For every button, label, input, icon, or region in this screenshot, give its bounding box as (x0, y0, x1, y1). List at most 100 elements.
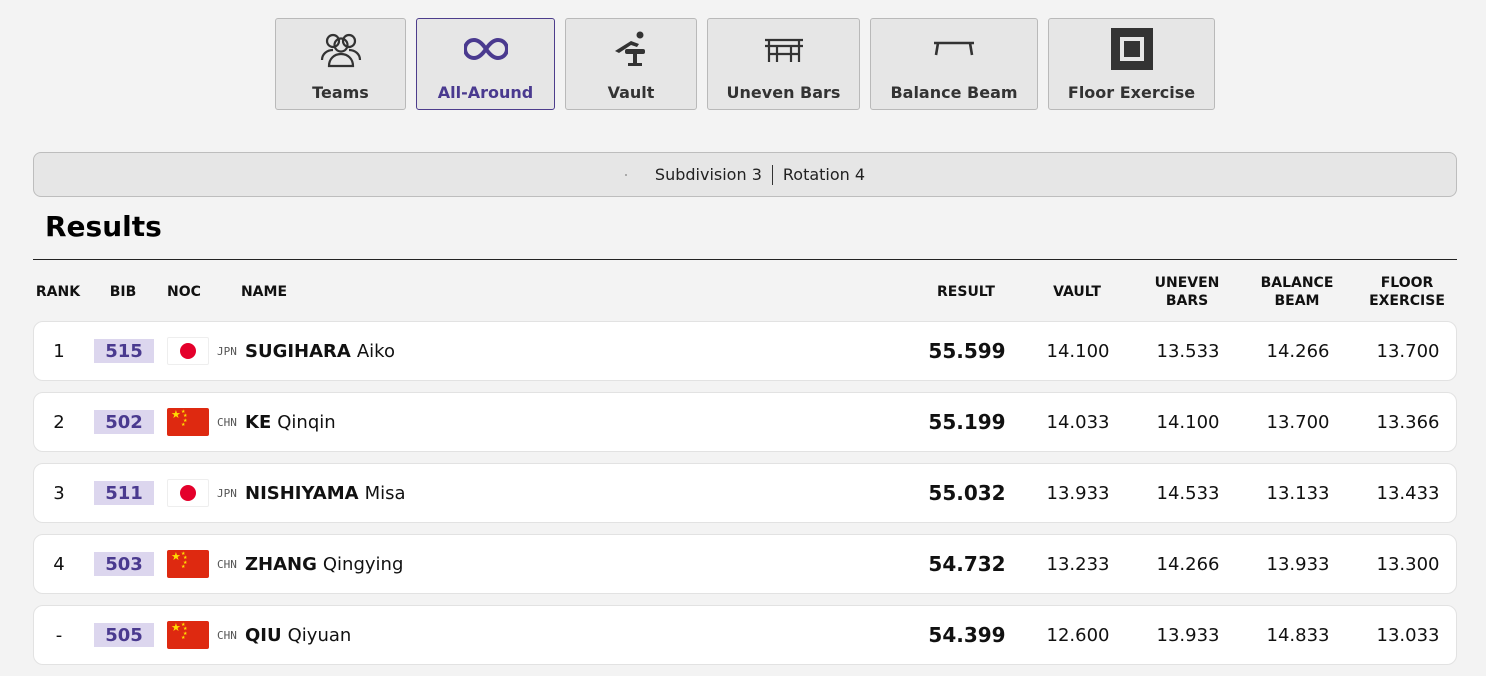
rotation-label: Rotation 4 (782, 165, 866, 184)
teams-icon (319, 29, 363, 69)
tab-floor-exercise[interactable]: Floor Exercise (1048, 18, 1215, 110)
subdivision-label: Subdivision 3 (654, 165, 762, 184)
flag-star: ★ (181, 635, 186, 641)
bib-badge: 505 (94, 623, 154, 647)
uneven-bars-score: 14.266 (1156, 553, 1220, 575)
total-result: 55.032 (928, 481, 1006, 505)
vault-score: 14.033 (1046, 411, 1110, 433)
japan-flag-icon (167, 479, 209, 507)
rank: 4 (53, 553, 65, 575)
noc-code: JPN (217, 486, 237, 500)
noc-code: JPN (217, 344, 237, 358)
divider (771, 164, 773, 185)
athlete-name[interactable]: QIU Qiyuan (245, 606, 351, 664)
uneven-bars-score: 14.100 (1156, 411, 1220, 433)
bib-badge: 511 (94, 481, 154, 505)
rank: 3 (53, 482, 65, 504)
balance-beam-score: 14.833 (1266, 624, 1330, 646)
floor-exercise-icon (1110, 28, 1153, 70)
results-heading: Results (45, 210, 162, 243)
last-name: KE (245, 411, 272, 433)
vault-score: 13.933 (1046, 482, 1110, 504)
tab-all-around[interactable]: All-Around (416, 18, 555, 110)
header-rank: RANK (35, 284, 81, 300)
tab-balance-beam[interactable]: Balance Beam (870, 18, 1038, 110)
header-uneven-bars: UNEVEN BARS (1137, 270, 1237, 314)
tab-label: Balance Beam (890, 83, 1018, 102)
first-name: Aiko (356, 340, 395, 362)
first-name: Qingying (322, 553, 404, 575)
table-row[interactable]: 2 502 ★ ★ ★ ★ ★ CHN KE Qinqin 55.199 14.… (33, 392, 1457, 452)
noc-code: CHN (217, 628, 237, 642)
noc-code: CHN (217, 415, 237, 429)
vault-score: 12.600 (1046, 624, 1110, 646)
header-line: BEAM (1274, 293, 1320, 309)
table-row[interactable]: 4 503 ★ ★ ★ ★ ★ CHN ZHANG Qingying 54.73… (33, 534, 1457, 594)
header-floor-exercise: FLOOR EXERCISE (1357, 270, 1457, 314)
first-name: Qiyuan (287, 624, 352, 646)
balance-beam-score: 14.266 (1266, 340, 1330, 362)
first-name: Misa (364, 482, 406, 504)
tab-label: Uneven Bars (726, 83, 841, 102)
last-name: NISHIYAMA (245, 482, 359, 504)
header-noc: NOC (167, 284, 201, 300)
last-name: QIU (245, 624, 282, 646)
vault-score: 13.233 (1046, 553, 1110, 575)
total-result: 54.399 (928, 623, 1006, 647)
tab-label: All-Around (437, 83, 534, 102)
athlete-name[interactable]: KE Qinqin (245, 393, 336, 451)
vault-score: 14.100 (1046, 340, 1110, 362)
table-row[interactable]: - 505 ★ ★ ★ ★ ★ CHN QIU Qiyuan 54.399 12… (33, 605, 1457, 665)
last-name: ZHANG (245, 553, 317, 575)
header-line: BARS (1165, 293, 1209, 309)
header-line: FLOOR (1380, 275, 1434, 291)
athlete-name[interactable]: ZHANG Qingying (245, 535, 403, 593)
rank: - (55, 624, 63, 646)
flag-star: ★ (181, 422, 186, 428)
bib-badge: 515 (94, 339, 154, 363)
flag-star: ★ (171, 408, 181, 421)
tab-uneven-bars[interactable]: Uneven Bars (707, 18, 860, 110)
subdivision-selector[interactable]: Subdivision 3 Rotation 4 (33, 152, 1457, 197)
uneven-bars-score: 14.533 (1156, 482, 1220, 504)
floor-exercise-score: 13.700 (1376, 340, 1440, 362)
heading-divider (33, 259, 1457, 260)
china-flag-icon: ★ ★ ★ ★ ★ (167, 408, 209, 436)
total-result: 54.732 (928, 552, 1006, 576)
header-vault: VAULT (1053, 284, 1101, 300)
header-name: NAME (240, 284, 288, 300)
header-line: UNEVEN (1154, 275, 1220, 291)
header-line: BALANCE (1260, 275, 1334, 291)
total-result: 55.199 (928, 410, 1006, 434)
results-table: 1 515 JPN SUGIHARA Aiko 55.599 14.100 13… (33, 321, 1457, 676)
floor-exercise-score: 13.300 (1376, 553, 1440, 575)
noc-code: CHN (217, 557, 237, 571)
bib-badge: 503 (94, 552, 154, 576)
tab-teams[interactable]: Teams (275, 18, 406, 110)
header-bib: BIB (109, 284, 137, 300)
athlete-name[interactable]: SUGIHARA Aiko (245, 322, 395, 380)
discipline-tabs: Teams All-Around Vault Uneven Bars Balan… (275, 18, 1215, 110)
bib-badge: 502 (94, 410, 154, 434)
last-name: SUGIHARA (245, 340, 351, 362)
tab-label: Floor Exercise (1067, 83, 1196, 102)
table-header: RANK BIB NOC NAME RESULT VAULT UNEVEN BA… (33, 270, 1457, 314)
flag-star: ★ (171, 550, 181, 563)
flag-star: ★ (171, 621, 181, 634)
tab-vault[interactable]: Vault (565, 18, 697, 110)
vault-icon (609, 29, 653, 69)
floor-exercise-score: 13.033 (1376, 624, 1440, 646)
uneven-bars-icon (763, 29, 805, 69)
total-result: 55.599 (928, 339, 1006, 363)
balance-beam-score: 13.133 (1266, 482, 1330, 504)
balance-beam-score: 13.700 (1266, 411, 1330, 433)
floor-exercise-score: 13.433 (1376, 482, 1440, 504)
athlete-name[interactable]: NISHIYAMA Misa (245, 464, 406, 522)
table-row[interactable]: 1 515 JPN SUGIHARA Aiko 55.599 14.100 13… (33, 321, 1457, 381)
rank: 1 (53, 340, 65, 362)
japan-flag-icon (167, 337, 209, 365)
header-balance-beam: BALANCE BEAM (1247, 270, 1347, 314)
table-row[interactable]: 3 511 JPN NISHIYAMA Misa 55.032 13.933 1… (33, 463, 1457, 523)
balance-beam-icon (932, 29, 976, 69)
loading-dot (624, 173, 627, 176)
